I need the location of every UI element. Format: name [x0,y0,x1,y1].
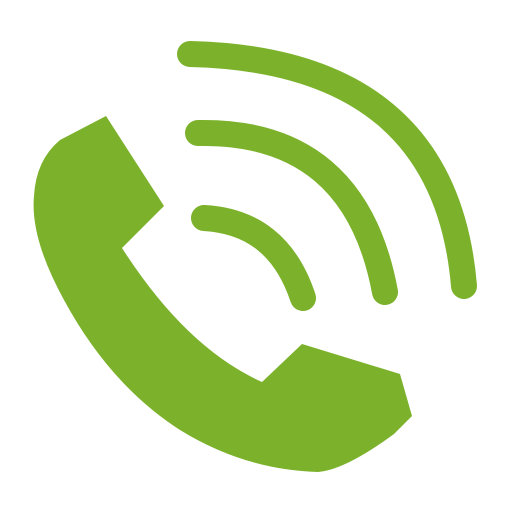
phone-call-icon [33,41,477,472]
icon-canvas [0,0,512,512]
handset-shape [33,116,412,472]
signal-wave-small [191,205,316,311]
